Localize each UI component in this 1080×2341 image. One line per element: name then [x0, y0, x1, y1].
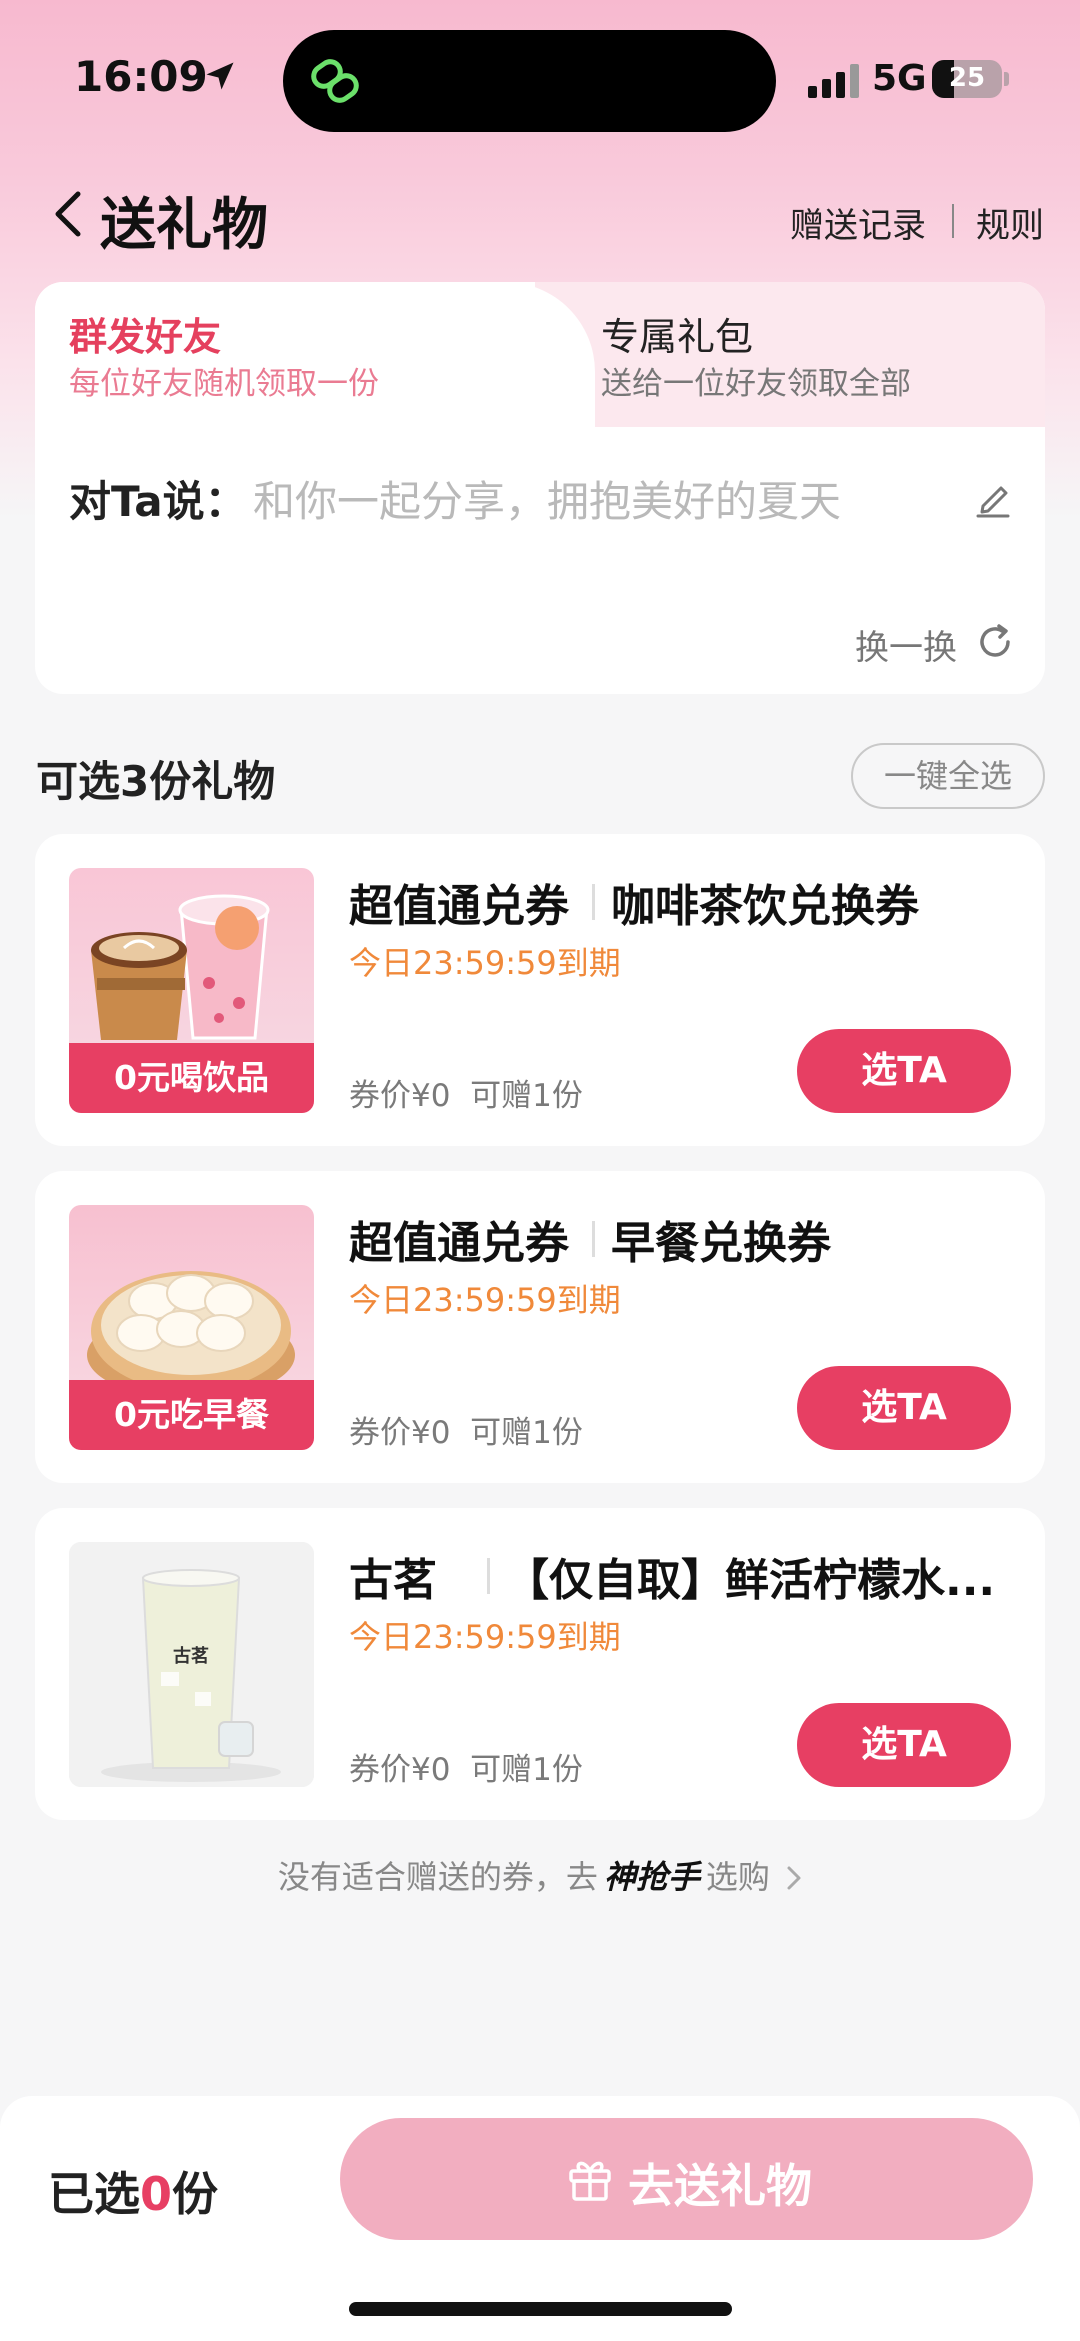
gift-title-divider: [487, 1558, 490, 1594]
gift-name: 早餐兑换券: [611, 1218, 831, 1269]
chevron-right-icon: [787, 1866, 801, 1890]
home-indicator: [349, 2302, 732, 2316]
selected-number: 0: [140, 2167, 173, 2221]
footer-prefix: 没有适合赠送的券，去: [277, 1858, 598, 1896]
battery-percent: 25: [948, 63, 986, 93]
select-all-button[interactable]: 一键全选: [851, 743, 1045, 809]
message-input[interactable]: 和你一起分享，拥抱美好的夏天: [253, 468, 841, 529]
gift-price-quota: 券价¥0 可赠1份: [349, 1407, 583, 1452]
choose-gift-button[interactable]: 选TA: [797, 1029, 1011, 1113]
section-title: 可选3份礼物: [36, 757, 276, 806]
battery-cap: [1004, 72, 1009, 86]
footer-brand-text: 神抢手: [603, 1858, 700, 1896]
gift-card: 古茗 古茗 【仅自取】鲜活柠檬水... 今日23:59:59到期 券价¥0 可赠…: [35, 1508, 1045, 1820]
dynamic-island: [283, 30, 776, 132]
gift-price: 券价¥0: [349, 1078, 451, 1114]
gift-quota: 可赠1份: [470, 1752, 583, 1788]
rules-link[interactable]: 规则: [976, 198, 1044, 247]
gift-box-icon: [569, 2161, 611, 2201]
gift-quota: 可赠1份: [470, 1078, 583, 1114]
header-divider: [952, 204, 954, 238]
cup-brand-print: 古茗: [173, 1646, 209, 1667]
gift-expiry: 今日23:59:59到期: [349, 1281, 621, 1319]
gift-thumbnail: 古茗: [69, 1542, 314, 1787]
edit-pencil-icon[interactable]: [975, 478, 1011, 518]
gift-records-link[interactable]: 赠送记录: [790, 198, 926, 247]
refresh-icon[interactable]: [975, 622, 1015, 662]
footer-suffix: 选购: [705, 1858, 770, 1896]
selected-suffix: 份: [172, 2167, 219, 2221]
status-time: 16:09: [74, 52, 208, 101]
shenqiangshou-brand: 神抢手: [604, 1858, 700, 1896]
gift-thumbnail: 0元吃早餐: [69, 1205, 314, 1450]
tab-group-send-subtitle: 每位好友随机领取一份: [69, 366, 379, 402]
gift-card: 0元吃早餐 超值通兑券 早餐兑换券 今日23:59:59到期 券价¥0 可赠1份…: [35, 1171, 1045, 1483]
gift-brand: 超值通兑券: [349, 1218, 569, 1269]
selected-prefix: 已选: [48, 2167, 140, 2221]
battery-icon: 25: [932, 60, 1002, 98]
gift-name: 【仅自取】鲜活柠檬水...: [505, 1555, 996, 1606]
send-gift-button[interactable]: 去送礼物: [340, 2118, 1033, 2240]
gift-price-quota: 券价¥0 可赠1份: [349, 1070, 583, 1115]
message-card: 群发好友 每位好友随机领取一份 专属礼包 送给一位好友领取全部 对Ta说： 和你…: [35, 282, 1045, 694]
message-label: 对Ta说：: [69, 477, 247, 526]
gift-price: 券价¥0: [349, 1415, 451, 1451]
tab-exclusive-package-title[interactable]: 专属礼包: [601, 306, 753, 361]
gift-expiry: 今日23:59:59到期: [349, 1618, 621, 1656]
gift-thumbnail: 0元喝饮品: [69, 868, 314, 1113]
gift-thumbnail-label: 0元吃早餐: [69, 1380, 314, 1450]
link-app-icon: [311, 59, 359, 103]
shop-more-link[interactable]: 没有适合赠送的券，去 神抢手 选购: [0, 1852, 1080, 1898]
back-chevron-icon[interactable]: [50, 188, 86, 240]
status-bar: 16:09 5G 25: [0, 0, 1080, 150]
gift-price-quota: 券价¥0 可赠1份: [349, 1744, 583, 1789]
gift-thumbnail-label: 0元喝饮品: [69, 1043, 314, 1113]
send-gift-label: 去送礼物: [628, 2159, 812, 2213]
selected-count: 已选0份: [48, 2158, 218, 2224]
gift-brand: 古茗: [349, 1555, 437, 1606]
gift-brand: 超值通兑券: [349, 881, 569, 932]
choose-gift-button[interactable]: 选TA: [797, 1703, 1011, 1787]
gift-name: 咖啡茶饮兑换券: [611, 881, 919, 932]
tab-group-send-title[interactable]: 群发好友: [69, 306, 221, 361]
tab-exclusive-package-subtitle: 送给一位好友领取全部: [601, 366, 911, 402]
gift-expiry: 今日23:59:59到期: [349, 944, 621, 982]
choose-gift-button[interactable]: 选TA: [797, 1366, 1011, 1450]
location-arrow-icon: [206, 62, 234, 90]
gift-card: 0元喝饮品 超值通兑券 咖啡茶饮兑换券 今日23:59:59到期 券价¥0 可赠…: [35, 834, 1045, 1146]
network-type: 5G: [872, 58, 927, 99]
gift-price: 券价¥0: [349, 1752, 451, 1788]
page-title: 送礼物: [100, 193, 268, 258]
gift-title-divider: [592, 884, 595, 920]
refresh-message-button[interactable]: 换一换: [855, 620, 957, 669]
gift-quota: 可赠1份: [470, 1415, 583, 1451]
cellular-signal-icon: [808, 64, 859, 98]
gift-title-divider: [592, 1221, 595, 1257]
